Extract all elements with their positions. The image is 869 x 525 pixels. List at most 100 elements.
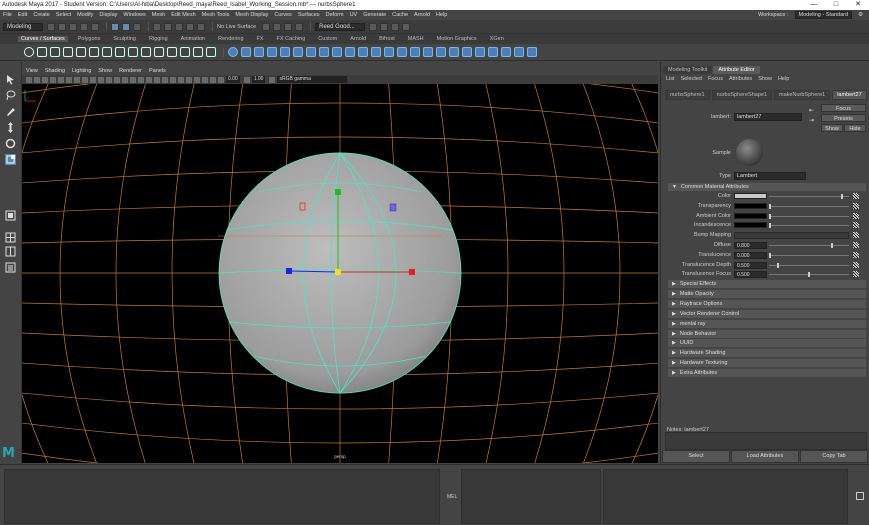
shelf-tab-fx-caching[interactable]: FX Caching <box>274 36 309 42</box>
move-tool-icon[interactable] <box>5 122 16 133</box>
insert-knot-icon[interactable] <box>141 47 151 57</box>
shelf-tab-custom[interactable]: Custom <box>315 36 340 42</box>
snap-plane-icon[interactable] <box>186 22 194 31</box>
film-gate-icon[interactable] <box>66 76 72 83</box>
slider-handle[interactable] <box>769 213 771 219</box>
slider-handle[interactable] <box>769 203 771 209</box>
ae-menu-show[interactable]: Show <box>758 76 772 82</box>
single-view-icon[interactable] <box>5 210 16 221</box>
slider-handle[interactable] <box>769 223 771 229</box>
open-scene-icon[interactable] <box>58 22 66 31</box>
mel-label[interactable]: MEL <box>447 494 457 500</box>
nurbs-plane-icon[interactable] <box>280 47 290 57</box>
nurbs-circle-icon[interactable] <box>24 47 34 57</box>
live-surface-label[interactable]: No Live Surface <box>217 24 256 30</box>
backface-culling-icon[interactable] <box>210 76 216 83</box>
snap-curve-icon[interactable] <box>164 22 172 31</box>
value-field[interactable]: 0.800 <box>734 242 767 249</box>
menu-select[interactable]: Select <box>56 12 71 18</box>
map-texture-icon[interactable] <box>853 202 859 209</box>
lights-icon[interactable] <box>138 76 144 83</box>
command-line-input[interactable] <box>461 469 601 524</box>
slider-handle[interactable] <box>831 243 833 248</box>
revolve-icon[interactable] <box>306 47 316 57</box>
move-handle-x-cube[interactable] <box>409 269 415 275</box>
slider-handle[interactable] <box>841 194 843 199</box>
attr-slider[interactable] <box>769 213 849 219</box>
value-field[interactable]: 0.500 <box>734 261 767 269</box>
user-account-dropdown[interactable]: Reed Good... <box>315 22 366 31</box>
node-tab-makenurbsphere1[interactable]: makeNurbSphere1 <box>774 90 831 100</box>
redo-icon[interactable] <box>91 22 99 31</box>
exposure-field[interactable]: 0.00 <box>226 76 240 83</box>
settings-icon[interactable]: ⚙ <box>858 12 863 18</box>
show-button[interactable]: Show <box>821 124 843 132</box>
boundary-icon[interactable] <box>384 47 394 57</box>
shelf-tab-motion-graphics[interactable]: Motion Graphics <box>434 36 480 42</box>
section-uuid[interactable]: ▶ UUID <box>668 339 866 348</box>
attr-slider[interactable] <box>769 243 849 248</box>
tab-modeling-toolkit[interactable]: Modeling Toolkit <box>663 66 713 74</box>
render-icon[interactable] <box>262 22 271 31</box>
node-name-field[interactable]: lambert27 <box>734 113 802 121</box>
exposure-icon[interactable] <box>218 76 224 83</box>
section-hardware-texturing[interactable]: ▶ Hardware Texturing <box>668 359 866 368</box>
shadows-icon[interactable] <box>146 76 152 83</box>
move-handle-center[interactable] <box>335 269 341 275</box>
gamma-icon[interactable] <box>243 76 250 83</box>
depth-of-field-icon[interactable] <box>178 76 184 83</box>
section-matte-opacity[interactable]: ▶ Matte Opacity <box>668 289 866 298</box>
input-line-icon[interactable] <box>369 22 378 31</box>
map-texture-icon[interactable] <box>853 261 859 268</box>
xray-joints-icon[interactable] <box>202 76 208 83</box>
menu-modify[interactable]: Modify <box>77 12 93 18</box>
section-special-effects[interactable]: ▶ Special Effects <box>668 280 866 288</box>
menu-file[interactable]: File <box>3 12 12 18</box>
ae-menu-list[interactable]: List <box>666 76 675 82</box>
wireframe-icon[interactable] <box>106 76 112 83</box>
map-texture-icon[interactable] <box>853 271 859 278</box>
input-connection-icon[interactable]: ⇤ <box>809 107 814 114</box>
scale-tool-icon[interactable] <box>5 154 16 165</box>
presets-button[interactable]: Presets <box>821 114 866 122</box>
nurbs-square-icon[interactable] <box>37 47 47 57</box>
select-object-icon[interactable] <box>122 22 130 31</box>
minimize-button[interactable]: — <box>803 0 825 10</box>
close-button[interactable]: ✕ <box>847 0 869 10</box>
intersect-surfaces-icon[interactable] <box>423 47 433 57</box>
pencil-curve-icon[interactable] <box>76 47 86 57</box>
time-slider-pane[interactable] <box>4 469 440 524</box>
loft-icon[interactable] <box>319 47 329 57</box>
shelf-tab-arnold[interactable]: Arnold <box>347 36 369 42</box>
menu-deform[interactable]: Deform <box>326 12 344 18</box>
ambient-occlusion-icon[interactable] <box>154 76 160 83</box>
output-connection-icon[interactable]: ⇥ <box>809 117 814 124</box>
bookmark-icon[interactable] <box>42 76 48 83</box>
cv-curve-icon[interactable] <box>50 47 60 57</box>
menu-generate[interactable]: Generate <box>363 12 386 18</box>
snap-grid-icon[interactable] <box>153 22 161 31</box>
menu-mesh-display[interactable]: Mesh Display <box>235 12 268 18</box>
anti-aliasing-icon[interactable] <box>170 76 176 83</box>
wireframe-on-shaded-icon[interactable] <box>122 76 128 83</box>
workspace-dropdown[interactable]: Modeling - Standard <box>794 11 853 19</box>
rotate-tool-icon[interactable] <box>5 138 16 149</box>
xray-icon[interactable] <box>194 76 200 83</box>
isolate-select-icon[interactable] <box>186 76 192 83</box>
tool-settings-toggle-icon[interactable] <box>391 22 400 31</box>
gamma-field[interactable]: 1.00 <box>251 76 266 83</box>
camera-attributes-icon[interactable] <box>34 76 40 83</box>
menu-arnold[interactable]: Arnold <box>414 12 430 18</box>
shelf-tab-animation[interactable]: Animation <box>178 36 208 42</box>
viewport-menu-lighting[interactable]: Lighting <box>72 68 91 74</box>
select-component-icon[interactable] <box>133 22 141 31</box>
script-editor-icon[interactable] <box>856 492 864 500</box>
ae-menu-help[interactable]: Help <box>778 76 789 82</box>
color-management-icon[interactable] <box>269 76 276 83</box>
motion-blur-icon[interactable] <box>162 76 168 83</box>
shelf-tab-mash[interactable]: MASH <box>405 36 427 42</box>
grid-icon[interactable] <box>58 76 64 83</box>
smooth-shade-icon[interactable] <box>114 76 120 83</box>
menu-mesh-tools[interactable]: Mesh Tools <box>202 12 230 18</box>
section-extra-attributes[interactable]: ▶ Extra Attributes <box>668 369 866 378</box>
